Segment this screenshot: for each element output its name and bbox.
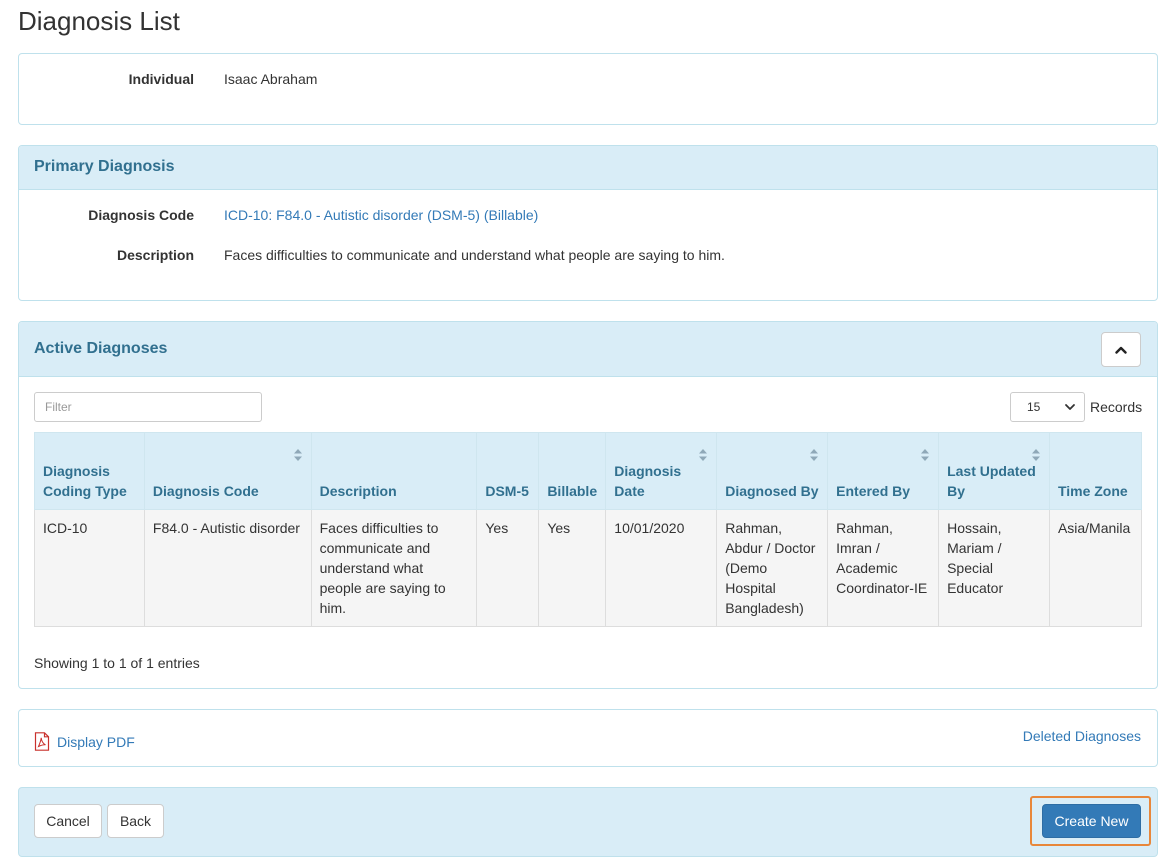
sort-icon bbox=[293, 449, 302, 461]
cancel-button[interactable]: Cancel bbox=[34, 804, 102, 838]
diagnosis-code-link[interactable]: ICD-10: F84.0 - Autistic disorder (DSM-5… bbox=[224, 207, 538, 223]
cell-diagnosis-code: F84.0 - Autistic disorder bbox=[143, 509, 312, 627]
column-header-last-updated-by[interactable]: Last Updated By bbox=[938, 432, 1050, 510]
diagnosis-code-label: Diagnosis Code bbox=[88, 207, 194, 223]
column-header-entered-by[interactable]: Entered By bbox=[827, 432, 940, 510]
description-value: Faces difficulties to communicate and un… bbox=[224, 247, 725, 263]
records-select-value: 15 bbox=[1027, 400, 1041, 414]
sort-icon bbox=[921, 449, 930, 461]
page-title: Diagnosis List bbox=[18, 6, 180, 36]
active-diagnoses-title: Active Diagnoses bbox=[34, 340, 168, 357]
table-row[interactable]: ICD-10 F84.0 - Autistic disorder Faces d… bbox=[34, 509, 1143, 627]
records-label: Records bbox=[1090, 399, 1143, 415]
create-new-button[interactable]: Create New bbox=[1042, 804, 1141, 838]
cell-entered-by: Rahman, Imran / Academic Coordinator-IE bbox=[827, 509, 940, 627]
active-diagnoses-panel: Active Diagnoses 15 Records Diagnosis Co… bbox=[18, 321, 1158, 689]
cell-last-updated-by: Hossain, Mariam / Special Educator bbox=[938, 509, 1050, 627]
individual-panel: Individual Isaac Abraham bbox=[18, 53, 1158, 125]
deleted-diagnoses-link[interactable]: Deleted Diagnoses bbox=[1023, 728, 1141, 744]
column-header-diagnosis-date[interactable]: Diagnosis Date bbox=[605, 432, 718, 510]
cell-billable: Yes bbox=[538, 509, 607, 627]
chevron-up-icon bbox=[1115, 346, 1127, 354]
column-header-diagnosis-code[interactable]: Diagnosis Code bbox=[143, 432, 312, 510]
display-pdf-label: Display PDF bbox=[57, 733, 135, 750]
sort-icon bbox=[699, 449, 708, 461]
column-header-description[interactable]: Description bbox=[310, 432, 478, 510]
back-button[interactable]: Back bbox=[107, 804, 164, 838]
active-diagnoses-heading: Active Diagnoses bbox=[19, 322, 1157, 377]
individual-label: Individual bbox=[128, 71, 194, 87]
footer-panel: Cancel Back Create New bbox=[18, 787, 1158, 857]
table-header-row: Diagnosis Coding Type Diagnosis Code Des… bbox=[34, 432, 1143, 510]
entries-info: Showing 1 to 1 of 1 entries bbox=[34, 655, 200, 671]
primary-diagnosis-panel: Primary Diagnosis Diagnosis Code ICD-10:… bbox=[18, 145, 1158, 301]
description-label: Description bbox=[116, 247, 194, 263]
pdf-file-icon bbox=[34, 732, 50, 751]
display-pdf-link[interactable]: Display PDF bbox=[34, 732, 135, 751]
sort-icon bbox=[1031, 449, 1040, 461]
cell-diagnosed-by: Rahman, Abdur / Doctor (Demo Hospital Ba… bbox=[716, 509, 829, 627]
cell-diagnosis-date: 10/01/2020 bbox=[605, 509, 718, 627]
records-per-page-select[interactable]: 15 bbox=[1010, 392, 1085, 422]
column-header-dsm5[interactable]: DSM-5 bbox=[476, 432, 540, 510]
column-header-time-zone[interactable]: Time Zone bbox=[1048, 432, 1143, 510]
sort-icon bbox=[810, 449, 819, 461]
individual-value: Isaac Abraham bbox=[224, 71, 318, 87]
primary-diagnosis-heading: Primary Diagnosis bbox=[19, 146, 1157, 190]
collapse-button[interactable] bbox=[1101, 332, 1141, 367]
cell-time-zone: Asia/Manila bbox=[1048, 509, 1143, 627]
column-header-diagnosed-by[interactable]: Diagnosed By bbox=[716, 432, 829, 510]
cell-description: Faces difficulties to communicate and un… bbox=[310, 509, 478, 627]
cell-dsm5: Yes bbox=[476, 509, 540, 627]
cell-coding-type: ICD-10 bbox=[34, 509, 145, 627]
actions-panel: Display PDF Deleted Diagnoses bbox=[18, 709, 1158, 767]
column-header-coding-type[interactable]: Diagnosis Coding Type bbox=[34, 432, 145, 510]
filter-input[interactable] bbox=[34, 392, 262, 422]
chevron-down-icon bbox=[1065, 404, 1075, 410]
column-header-billable[interactable]: Billable bbox=[538, 432, 607, 510]
diagnoses-table: Diagnosis Coding Type Diagnosis Code Des… bbox=[34, 432, 1143, 627]
